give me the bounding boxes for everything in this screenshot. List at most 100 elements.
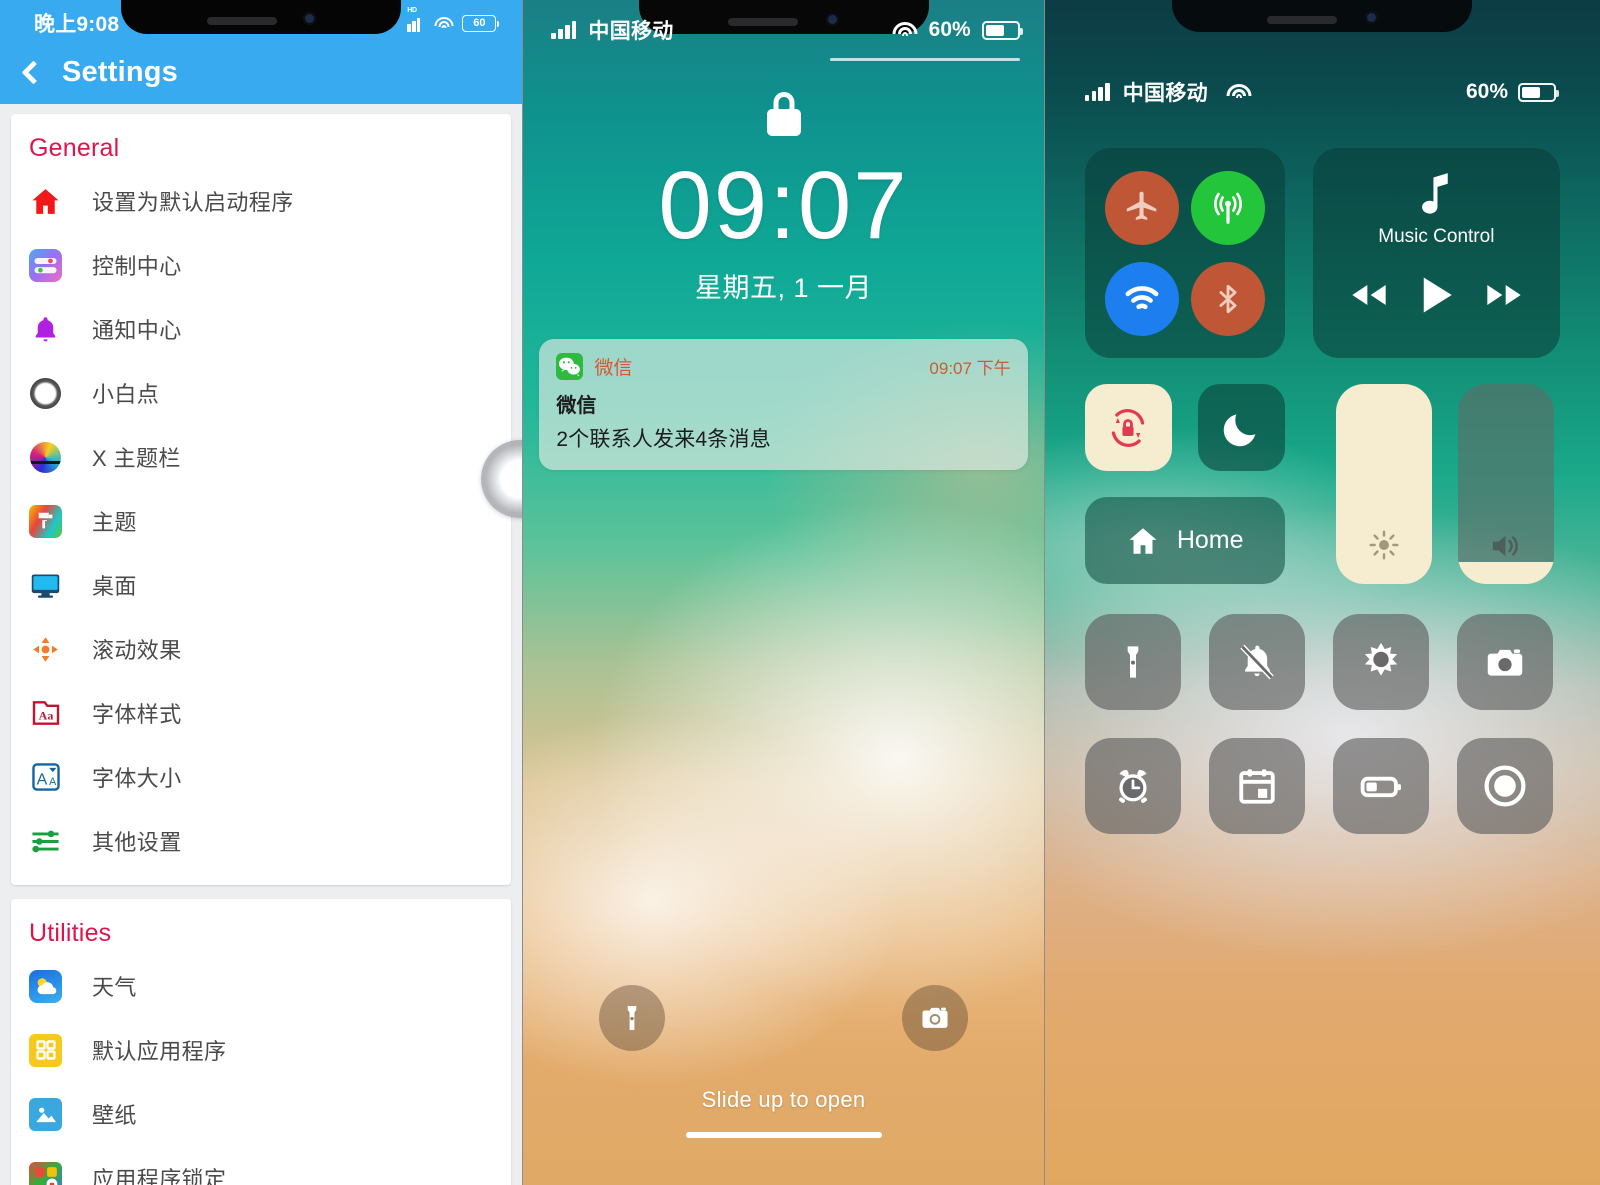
status-time: 晚上9:08 [34,13,120,36]
list-item[interactable]: 桌面 [11,553,511,617]
fast-forward-icon[interactable] [1484,281,1524,309]
airplane-mode-toggle[interactable] [1104,170,1179,245]
control-center-panel: 中国移动 60% Music Control Home [1044,0,1600,1185]
play-icon[interactable] [1418,274,1454,316]
list-item[interactable]: 控制中心 [11,233,511,297]
status-right: 60% [892,18,1023,42]
battery-percent: 60% [928,18,971,41]
list-item[interactable]: A A 字体大小 [11,745,511,809]
volume-slider-fill [1458,562,1554,584]
status-left: 中国移动 [1084,77,1252,107]
white-dot-shape [30,377,61,409]
brightness-sun-icon [1369,530,1399,560]
section-title-general: General [29,134,120,162]
screen-record-tile[interactable] [1456,738,1553,834]
rotation-lock-icon [1111,408,1145,447]
section-utilities: Utilities 天气 默认应用程序 壁纸 应用程序锁定 [11,899,512,1185]
home-icon [29,185,62,218]
list-item[interactable]: 设置为默认启动程序 [11,169,511,233]
wifi-icon [1125,285,1159,309]
notification-title: 微信 [556,395,597,417]
settings-list: General 设置为默认启动程序 控制中心 通知中心 小白点 X 主题栏 主题… [0,104,522,1185]
volume-slider[interactable] [1458,384,1554,584]
sliders-icon [29,825,62,858]
list-item-label: 字体样式 [92,702,182,727]
do-not-disturb-tile[interactable] [1197,384,1285,471]
list-item[interactable]: 其他设置 [11,809,511,873]
notification-body: 2个联系人发来4条消息 [556,428,771,451]
bell-slash-icon [1239,644,1274,680]
sun-icon [1364,642,1397,676]
status-left: 中国移动 [551,15,673,45]
list-item-label: 小白点 [92,382,160,407]
bluetooth-icon [1219,284,1237,313]
desktop-monitor-icon [29,569,62,602]
svg-text:A: A [36,771,47,788]
flashlight-tile[interactable] [1084,614,1181,710]
list-item[interactable]: Aa 字体样式 [11,681,511,745]
list-item-label: 天气 [92,975,137,1000]
list-item-label: 应用程序锁定 [92,1167,227,1185]
music-control-label: Music Control [1378,226,1495,247]
list-item[interactable]: 主题 [11,489,511,553]
list-item[interactable]: 壁纸 [11,1082,511,1146]
wifi-icon [1226,83,1252,102]
brightness-tile[interactable] [1332,614,1429,710]
home-tile[interactable]: Home [1084,497,1285,584]
font-style-icon: Aa [29,697,62,730]
home-indicator-bar[interactable] [685,1132,882,1138]
hd-label: HD [407,6,417,14]
brightness-slider[interactable] [1336,384,1432,584]
chevron-left-icon [21,59,46,85]
alarm-clock-icon [1118,769,1147,803]
list-item-label: 其他设置 [92,830,182,855]
app-lock-icon [29,1161,62,1185]
cellular-data-toggle[interactable] [1190,170,1265,245]
carrier-label: 中国移动 [1122,82,1208,105]
notification-header: 微信 09:07 下午 [556,353,1011,380]
sliders-group [1313,384,1560,584]
camera-tile[interactable] [1456,614,1553,710]
wechat-icon [556,353,584,380]
control-center-grid: Music Control Home [1045,122,1600,584]
assistive-touch-icon [29,377,62,410]
list-item[interactable]: X 主题栏 [11,425,511,489]
music-control-module: Music Control [1312,148,1560,358]
slide-hint: Slide up to open [701,1087,866,1112]
notification-time: 09:07 下午 [929,359,1011,378]
svg-text:Aa: Aa [38,709,53,723]
theme-paint-icon [29,504,62,538]
wifi-icon [892,21,918,40]
calendar-tile[interactable] [1208,738,1305,834]
bluetooth-toggle[interactable] [1190,261,1265,336]
flashlight-button[interactable] [599,985,666,1051]
camera-button[interactable] [901,985,968,1051]
notification-card[interactable]: 微信 09:07 下午 微信 2个联系人发来4条消息 [539,339,1028,470]
list-item[interactable]: 小白点 [11,361,511,425]
music-note-icon [1422,173,1449,214]
signal-bars-icon [551,21,577,39]
lockscreen-bottom: Slide up to open [523,985,1043,1185]
list-item[interactable]: 通知中心 [11,297,511,361]
list-item[interactable]: 滚动效果 [11,617,511,681]
carrier-label: 中国移动 [588,20,674,43]
rewind-icon[interactable] [1349,281,1389,309]
android-status-bar: 晚上9:08 HD 60 [0,0,523,46]
home-tile-label: Home [1176,526,1244,554]
moon-icon [1223,413,1256,446]
section-title-utilities: Utilities [29,919,112,947]
record-circle-icon [1484,765,1526,807]
lockscreen-clock: 09:07 [658,152,909,259]
rotation-lock-tile[interactable] [1084,384,1172,471]
battery-saver-tile[interactable] [1332,738,1429,834]
mute-tile[interactable] [1208,614,1305,710]
back-button[interactable] [0,46,62,98]
list-item-label: 字体大小 [92,766,182,791]
alarm-tile[interactable] [1084,738,1181,834]
list-item[interactable]: 天气 [11,954,511,1018]
list-item[interactable]: 默认应用程序 [11,1018,511,1082]
wifi-toggle[interactable] [1104,261,1179,336]
bell-icon [29,313,62,346]
notch-cutout [1172,0,1473,32]
list-item[interactable]: 应用程序锁定 [11,1146,511,1185]
